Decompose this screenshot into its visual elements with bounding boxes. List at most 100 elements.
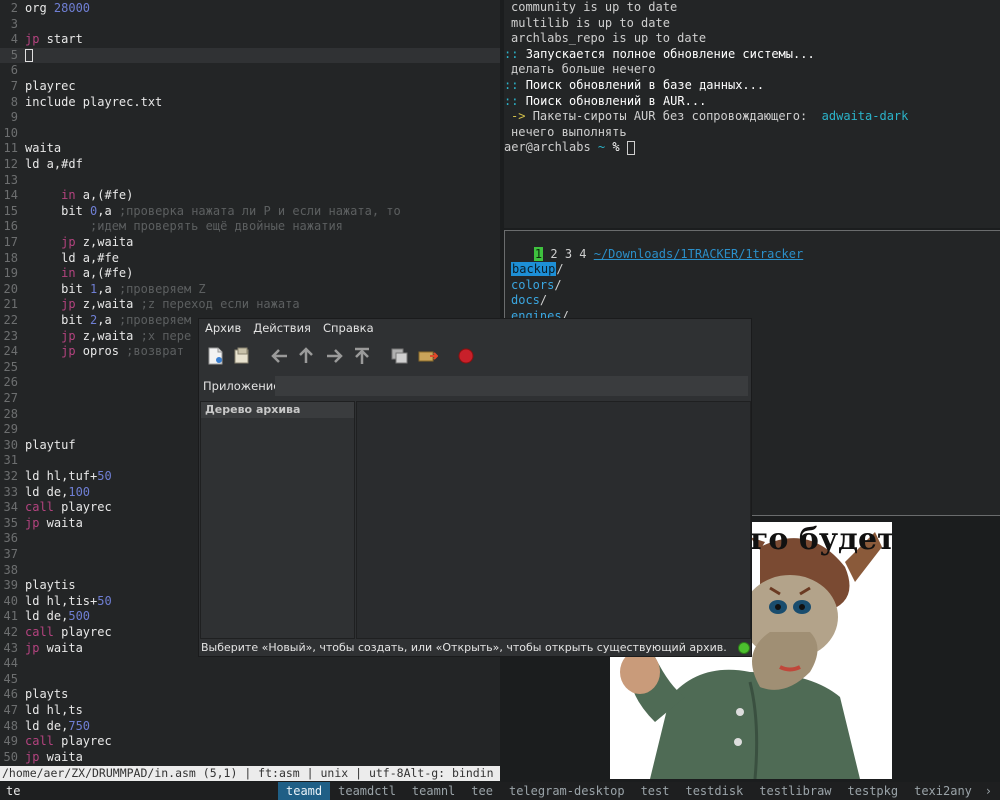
- launcher-suggestion[interactable]: test: [633, 782, 678, 800]
- text-token: ,a: [97, 313, 119, 327]
- line-number: 45: [3, 671, 18, 686]
- code-line[interactable]: 8 include playrec.txt: [0, 95, 500, 111]
- code-line[interactable]: 2 org 28000: [0, 1, 500, 17]
- text-token: ::: [504, 46, 526, 61]
- menu-item[interactable]: Справка: [317, 319, 380, 339]
- up-arrow-icon[interactable]: [295, 345, 317, 367]
- code-line[interactable]: 7 playrec: [0, 79, 500, 95]
- terminal-line: делать больше нечего: [504, 62, 1000, 78]
- code-text: ld a,#df: [22, 157, 83, 173]
- archive-tree-panel[interactable]: Дерево архива: [200, 401, 355, 639]
- code-line[interactable]: 14 in a,(#fe): [0, 188, 500, 204]
- launcher-suggestion[interactable]: teamd: [278, 782, 331, 800]
- text-token: Поиск обновлений в AUR...: [525, 93, 707, 108]
- code-line[interactable]: 17 jp z,waita: [0, 235, 500, 251]
- archive-tree-header[interactable]: Дерево архива: [201, 402, 354, 418]
- code-text: [22, 48, 33, 64]
- line-number: 29: [3, 422, 18, 437]
- code-text: bit 0,a ;проверка нажата ли P и если наж…: [22, 204, 401, 220]
- menu-item[interactable]: Действия: [247, 319, 317, 339]
- menu-item[interactable]: Архив: [199, 319, 247, 339]
- open-archive-icon[interactable]: [231, 345, 253, 367]
- terminal-pacman-output[interactable]: community is up to date multilib is up to…: [504, 0, 1000, 228]
- code-line[interactable]: 20 bit 1,a ;проверяем Z: [0, 282, 500, 298]
- launcher-input[interactable]: te: [6, 782, 20, 800]
- dir-slash: /: [556, 262, 564, 276]
- line-number: 22: [3, 313, 18, 327]
- code-text: playtis: [22, 578, 76, 594]
- line-number: 24: [3, 344, 18, 359]
- code-line[interactable]: 13: [0, 173, 500, 189]
- code-line[interactable]: 49 call playrec: [0, 734, 500, 750]
- text-token: Поиск обновлений в базе данных...: [525, 77, 765, 92]
- stop-icon[interactable]: [455, 345, 477, 367]
- text-token: jp: [61, 297, 76, 312]
- code-line[interactable]: 47 ld hl,ts: [0, 703, 500, 719]
- launcher-suggestion[interactable]: telegram-desktop: [501, 782, 633, 800]
- text-token: call: [25, 734, 54, 749]
- text-token: 100: [68, 484, 91, 499]
- text-token: 50: [97, 593, 112, 608]
- code-line[interactable]: 6: [0, 63, 500, 79]
- code-line[interactable]: 4 jp start: [0, 32, 500, 48]
- code-line[interactable]: 19 in a,(#fe): [0, 266, 500, 282]
- home-top-icon[interactable]: [351, 345, 373, 367]
- launcher-suggestion[interactable]: testdisk: [677, 782, 751, 800]
- archive-manager-window[interactable]: Архив Действия Справка Приложение: Дерев…: [198, 318, 752, 657]
- code-text: ld hl,tuf+50: [22, 469, 112, 485]
- code-line[interactable]: 44: [0, 656, 500, 672]
- archive-toolbar: [199, 341, 751, 373]
- code-line[interactable]: 12 ld a,#df: [0, 157, 500, 173]
- application-field[interactable]: [275, 376, 748, 396]
- line-number: 18: [3, 250, 18, 265]
- code-line[interactable]: 45: [0, 672, 500, 688]
- code-line[interactable]: 16 ;идем проверять ещё двойные нажатия: [0, 219, 500, 235]
- ranger-tabs-other[interactable]: 2 3 4: [543, 247, 594, 261]
- text-token: waita: [39, 515, 83, 530]
- text-token: 50: [97, 469, 112, 483]
- back-arrow-icon[interactable]: [269, 345, 291, 367]
- line-number: 13: [3, 172, 18, 187]
- code-line[interactable]: 18 ld a,#fe: [0, 251, 500, 267]
- code-line[interactable]: 11 waita: [0, 141, 500, 157]
- more-suggestions-icon[interactable]: ›: [985, 782, 992, 800]
- code-line[interactable]: 9: [0, 110, 500, 126]
- text-token: ld de,: [25, 609, 69, 624]
- extract-icon[interactable]: [417, 345, 439, 367]
- archive-file-list[interactable]: [356, 401, 751, 639]
- line-number: 28: [3, 406, 18, 421]
- launcher-suggestion[interactable]: teamdctl: [330, 782, 404, 800]
- line-number: 9: [10, 110, 18, 125]
- code-line[interactable]: 46 playts: [0, 687, 500, 703]
- text-token: a,(#fe): [75, 266, 134, 281]
- ranger-dir-entry[interactable]: docs/: [511, 293, 547, 309]
- add-files-icon[interactable]: [389, 345, 411, 367]
- ranger-dir-entry[interactable]: colors/: [511, 278, 562, 294]
- forward-arrow-icon[interactable]: [323, 345, 345, 367]
- text-token: 750: [68, 718, 91, 733]
- code-text: jp z,waita ;x пере: [22, 329, 191, 345]
- line-number: 31: [3, 453, 18, 468]
- code-line[interactable]: 10: [0, 126, 500, 142]
- new-archive-icon[interactable]: [205, 345, 227, 367]
- code-line[interactable]: 50 jp waita: [0, 750, 500, 766]
- launcher-suggestion[interactable]: testpkg: [840, 782, 907, 800]
- code-text: in a,(#fe): [22, 188, 133, 204]
- launcher-suggestion[interactable]: tee: [463, 782, 501, 800]
- code-line[interactable]: 15 bit 0,a ;проверка нажата ли P и если …: [0, 204, 500, 220]
- code-line[interactable]: 3: [0, 17, 500, 33]
- ranger-dir-entry[interactable]: backup/: [511, 262, 564, 278]
- text-token: playrec: [25, 79, 76, 93]
- line-number: 40: [3, 593, 18, 608]
- line-number: 41: [3, 609, 18, 624]
- launcher-suggestion[interactable]: testlibraw: [751, 782, 839, 800]
- code-line[interactable]: 21 jp z,waita ;z переход если нажата: [0, 297, 500, 313]
- code-line[interactable]: 5: [0, 47, 500, 64]
- launcher-suggestion[interactable]: texi2any: [906, 782, 980, 800]
- text-token: playts: [25, 687, 69, 702]
- launcher-suggestion[interactable]: teamnl: [404, 782, 463, 800]
- ranger-tab-active[interactable]: 1: [533, 247, 544, 261]
- code-line[interactable]: 48 ld de,750: [0, 719, 500, 735]
